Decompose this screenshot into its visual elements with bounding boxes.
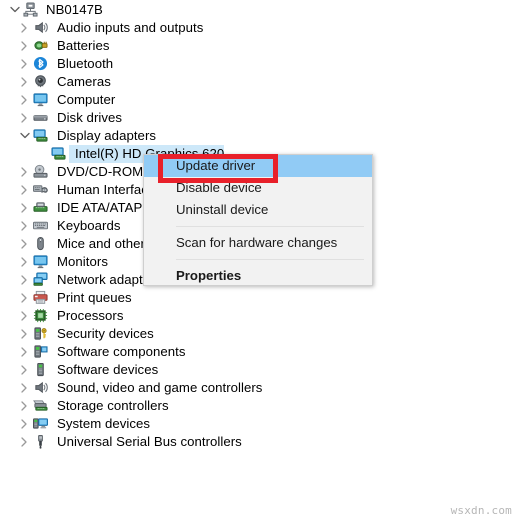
monitor-icon [31, 253, 51, 271]
speaker-icon [31, 19, 51, 37]
tree-item-label: Disk drives [57, 110, 123, 125]
display-adapter-icon [31, 127, 51, 145]
tree-item-label: Display adapters [57, 128, 157, 143]
tree-item[interactable]: Audio inputs and outputs [18, 19, 203, 37]
bluetooth-icon [31, 55, 51, 73]
chevron-right-icon[interactable] [18, 415, 31, 433]
printer-icon [31, 289, 51, 307]
tree-item[interactable]: Software devices [18, 361, 158, 379]
menu-item[interactable]: Update driver [144, 155, 372, 177]
chevron-right-icon[interactable] [18, 361, 31, 379]
tree-item[interactable]: Bluetooth [18, 55, 113, 73]
chevron-right-icon[interactable] [18, 397, 31, 415]
battery-icon [31, 37, 51, 55]
chevron-right-icon[interactable] [18, 325, 31, 343]
optical-drive-icon [31, 163, 51, 181]
tree-item[interactable]: Network adapters [18, 271, 161, 289]
tree-item[interactable]: System devices [18, 415, 150, 433]
menu-item[interactable]: Disable device [144, 177, 372, 199]
tree-item-label: Batteries [57, 38, 110, 53]
chevron-right-icon[interactable] [18, 433, 31, 451]
tree-item[interactable]: Cameras [18, 73, 111, 91]
tree-item[interactable]: Security devices [18, 325, 154, 343]
tree-item[interactable]: Universal Serial Bus controllers [18, 433, 242, 451]
tree-item-label: NB0147B [46, 2, 103, 17]
menu-item[interactable]: Uninstall device [144, 199, 372, 221]
chevron-right-icon[interactable] [18, 163, 31, 181]
processor-icon [31, 307, 51, 325]
chevron-right-icon[interactable] [18, 235, 31, 253]
tree-item-label: System devices [57, 416, 151, 431]
tree-item-label: Software devices [57, 362, 159, 377]
tree-item-label: Computer [57, 92, 116, 107]
menu-item[interactable]: Properties [144, 265, 372, 287]
chevron-right-icon[interactable] [18, 343, 31, 361]
tree-item-label: Universal Serial Bus controllers [57, 434, 242, 449]
tree-item-label: Storage controllers [57, 398, 169, 413]
tree-item[interactable]: Sound, video and game controllers [18, 379, 262, 397]
tree-item-label: Audio inputs and outputs [57, 20, 204, 35]
chevron-right-icon[interactable] [18, 217, 31, 235]
tree-item[interactable]: Storage controllers [18, 397, 169, 415]
watermark: wsxdn.com [450, 504, 512, 517]
tree-item[interactable]: Display adapters [18, 127, 156, 145]
software-component-icon [31, 343, 51, 361]
security-device-icon [31, 325, 51, 343]
chevron-right-icon[interactable] [18, 253, 31, 271]
tree-item[interactable]: Processors [18, 307, 123, 325]
chevron-right-icon[interactable] [18, 271, 31, 289]
tree-item-label: Bluetooth [57, 56, 114, 71]
usb-icon [31, 433, 51, 451]
monitor-icon [31, 91, 51, 109]
chevron-right-icon[interactable] [18, 91, 31, 109]
chevron-right-icon[interactable] [18, 37, 31, 55]
storage-controller-icon [31, 397, 51, 415]
mouse-icon [31, 235, 51, 253]
tree-item-label: Monitors [57, 254, 108, 269]
tree-item-label: Keyboards [57, 218, 121, 233]
software-device-icon [31, 361, 51, 379]
chevron-right-icon[interactable] [18, 379, 31, 397]
hid-icon [31, 181, 51, 199]
context-menu[interactable]: Update driver Disable device Uninstall dev… [143, 154, 373, 286]
chevron-placeholder [36, 145, 49, 163]
chevron-right-icon[interactable] [18, 289, 31, 307]
display-adapter-icon [49, 145, 69, 163]
chevron-right-icon[interactable] [18, 73, 31, 91]
chevron-right-icon[interactable] [18, 19, 31, 37]
tree-item[interactable]: NB0147B [8, 1, 103, 19]
tree-item[interactable]: Keyboards [18, 217, 121, 235]
tree-item[interactable]: Batteries [18, 37, 110, 55]
menu-separator [176, 226, 364, 227]
chevron-right-icon[interactable] [18, 181, 31, 199]
tree-item-label: Print queues [57, 290, 132, 305]
tree-item-label: Security devices [57, 326, 154, 341]
chevron-right-icon[interactable] [18, 109, 31, 127]
tree-item-label: Sound, video and game controllers [57, 380, 263, 395]
speaker-icon [31, 379, 51, 397]
tree-item[interactable]: Monitors [18, 253, 108, 271]
keyboard-icon [31, 217, 51, 235]
tree-item[interactable]: Computer [18, 91, 115, 109]
tree-item-label: Cameras [57, 74, 111, 89]
chevron-down-icon[interactable] [18, 127, 31, 145]
tree-item-label: Processors [57, 308, 124, 323]
computer-node-icon [21, 1, 41, 19]
tree-item[interactable]: Software components [18, 343, 186, 361]
chevron-right-icon[interactable] [18, 199, 31, 217]
system-device-icon [31, 415, 51, 433]
chevron-right-icon[interactable] [18, 307, 31, 325]
disk-drive-icon [31, 109, 51, 127]
chevron-down-icon[interactable] [8, 1, 21, 19]
tree-item[interactable]: Disk drives [18, 109, 122, 127]
ide-controller-icon [31, 199, 51, 217]
menu-separator [176, 259, 364, 260]
menu-item[interactable]: Scan for hardware changes [144, 232, 372, 254]
tree-item-label: Software components [57, 344, 186, 359]
chevron-right-icon[interactable] [18, 55, 31, 73]
camera-icon [31, 73, 51, 91]
network-adapter-icon [31, 271, 51, 289]
tree-item[interactable]: Print queues [18, 289, 132, 307]
